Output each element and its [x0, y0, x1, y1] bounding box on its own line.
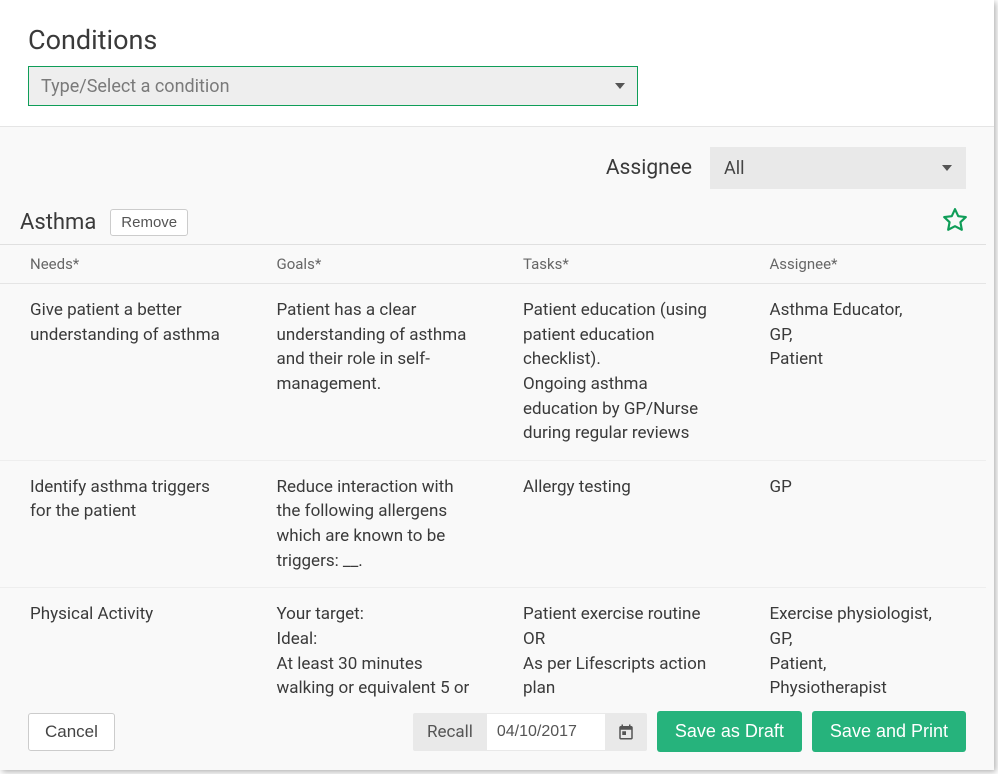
- cell-goals: Reduce interaction with the following al…: [247, 460, 494, 588]
- cell-tasks: Patient education (using patient educati…: [493, 284, 740, 461]
- recall-group: Recall: [413, 713, 647, 751]
- cell-goals: Your target:Ideal:At least 30 minutes wa…: [247, 588, 494, 697]
- assignee-filter-value: All: [724, 158, 745, 179]
- column-header-goals: Goals*: [247, 245, 494, 284]
- chevron-down-icon: [615, 83, 625, 89]
- cancel-button[interactable]: Cancel: [28, 713, 115, 751]
- assignee-filter-select[interactable]: All: [710, 147, 966, 189]
- table-row[interactable]: Identify asthma triggers for the patient…: [0, 460, 986, 588]
- cell-goals: Patient has a clear understanding of ast…: [247, 284, 494, 461]
- column-header-needs: Needs*: [0, 245, 247, 284]
- table-row[interactable]: Physical Activity Your target:Ideal:At l…: [0, 588, 986, 697]
- star-icon[interactable]: [942, 207, 968, 237]
- calendar-icon[interactable]: [605, 715, 647, 749]
- cell-assignee: Exercise physiologist,GP,Patient,Physiot…: [740, 588, 987, 697]
- cell-assignee: Asthma Educator,GP,Patient: [740, 284, 987, 461]
- column-header-tasks: Tasks*: [493, 245, 740, 284]
- cell-needs: Physical Activity: [0, 588, 247, 697]
- save-print-button[interactable]: Save and Print: [812, 711, 966, 752]
- care-plan-table: Needs* Goals* Tasks* Assignee* Give pati…: [0, 245, 986, 697]
- cell-tasks: Allergy testing: [493, 460, 740, 588]
- save-draft-button[interactable]: Save as Draft: [657, 711, 802, 752]
- column-header-assignee: Assignee*: [740, 245, 987, 284]
- assignee-filter-label: Assignee: [606, 156, 692, 180]
- condition-select[interactable]: Type/Select a condition: [28, 66, 638, 106]
- condition-select-placeholder: Type/Select a condition: [41, 76, 230, 97]
- cell-needs: Give patient a better understanding of a…: [0, 284, 247, 461]
- table-row[interactable]: Give patient a better understanding of a…: [0, 284, 986, 461]
- cell-needs: Identify asthma triggers for the patient: [0, 460, 247, 588]
- recall-label: Recall: [413, 713, 487, 751]
- recall-date-input[interactable]: [487, 714, 605, 750]
- cell-assignee: GP: [740, 460, 987, 588]
- page-title: Conditions: [28, 24, 966, 56]
- remove-condition-button[interactable]: Remove: [110, 209, 188, 236]
- condition-name: Asthma: [20, 210, 96, 235]
- chevron-down-icon: [942, 165, 952, 171]
- cell-tasks: Patient exercise routineORAs per Lifescr…: [493, 588, 740, 697]
